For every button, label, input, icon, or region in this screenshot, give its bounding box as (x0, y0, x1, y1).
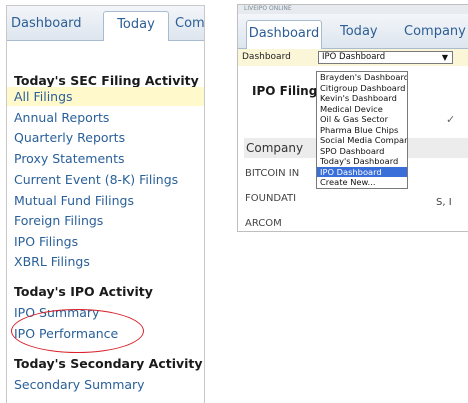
dropdown-option[interactable]: SPO Dashboard (317, 146, 407, 157)
check-icon: ✓ (446, 113, 456, 126)
dropdown-option[interactable]: Medical Device (317, 104, 407, 115)
link-annual-reports[interactable]: Annual Reports (14, 110, 109, 125)
dashboard-label: Dashboard (242, 52, 291, 62)
tab-company[interactable]: Com (175, 16, 204, 31)
tab-bar: Dashboard Today Com (7, 6, 204, 41)
top-strip-text: LIVEIPO ONLINE (244, 5, 292, 12)
dropdown-option[interactable]: Oil & Gas Sector (317, 114, 407, 125)
dropdown-option[interactable]: Kevin's Dashboard (317, 93, 407, 104)
highlight-ellipse (11, 309, 144, 353)
tab-today[interactable]: Today (103, 11, 169, 41)
section-title-ipo-activity: Today's IPO Activity (14, 284, 153, 299)
dropdown-option[interactable]: Citigroup Dashboard (317, 83, 407, 94)
table-row[interactable]: ARCOM (245, 218, 282, 229)
dropdown-option[interactable]: Brayden's Dashboard (317, 72, 407, 83)
dropdown-option[interactable]: Pharma Blue Chips (317, 125, 407, 136)
column-header-company[interactable]: Company (244, 138, 322, 158)
dashboard-select[interactable]: IPO Dashboard ▼ (318, 51, 453, 64)
table-row-tail: S, I (436, 197, 452, 208)
dropdown-option[interactable]: Today's Dashboard (317, 156, 407, 167)
link-xbrl-filings[interactable]: XBRL Filings (14, 254, 90, 269)
link-mutual-fund-filings[interactable]: Mutual Fund Filings (14, 193, 134, 208)
link-current-event-filings[interactable]: Current Event (8-K) Filings (14, 172, 178, 187)
link-foreign-filings[interactable]: Foreign Filings (14, 213, 103, 228)
table-row[interactable]: BITCOIN IN (245, 168, 299, 179)
link-quarterly-reports[interactable]: Quarterly Reports (14, 130, 125, 145)
section-title-ipo-filing: IPO Filing (252, 84, 318, 98)
dashboard-select-value: IPO Dashboard (322, 52, 386, 62)
dropdown-option-create-new[interactable]: Create New... (317, 177, 407, 188)
link-secondary-summary[interactable]: Secondary Summary (14, 377, 145, 392)
tab-today[interactable]: Today (340, 24, 378, 39)
dropdown-option-selected[interactable]: IPO Dashboard (317, 166, 407, 177)
link-all-filings[interactable]: All Filings (7, 87, 204, 106)
dashboard-selector-row: Dashboard IPO Dashboard ▼ (238, 49, 468, 66)
section-title-sec-filing: Today's SEC Filing Activity (14, 73, 199, 88)
left-panel: Dashboard Today Com Today's SEC Filing A… (6, 5, 205, 403)
top-strip: LIVEIPO ONLINE (238, 5, 468, 14)
tab-bar: Dashboard Today Company (238, 14, 468, 49)
chevron-down-icon[interactable]: ▼ (442, 52, 448, 63)
link-ipo-filings[interactable]: IPO Filings (14, 234, 78, 249)
tab-company[interactable]: Company (404, 24, 466, 39)
tab-dashboard[interactable]: Dashboard (246, 20, 322, 49)
dropdown-option[interactable]: Social Media Companies (317, 135, 407, 146)
link-proxy-statements[interactable]: Proxy Statements (14, 151, 125, 166)
column-header-rest (403, 138, 468, 158)
tab-dashboard[interactable]: Dashboard (11, 16, 82, 31)
right-panel: LIVEIPO ONLINE Dashboard Today Company D… (237, 4, 468, 232)
table-row[interactable]: FOUNDATI (245, 193, 296, 204)
dashboard-dropdown-list: Brayden's Dashboard Citigroup Dashboard … (316, 71, 408, 189)
section-title-secondary-activity: Today's Secondary Activity (14, 356, 203, 371)
